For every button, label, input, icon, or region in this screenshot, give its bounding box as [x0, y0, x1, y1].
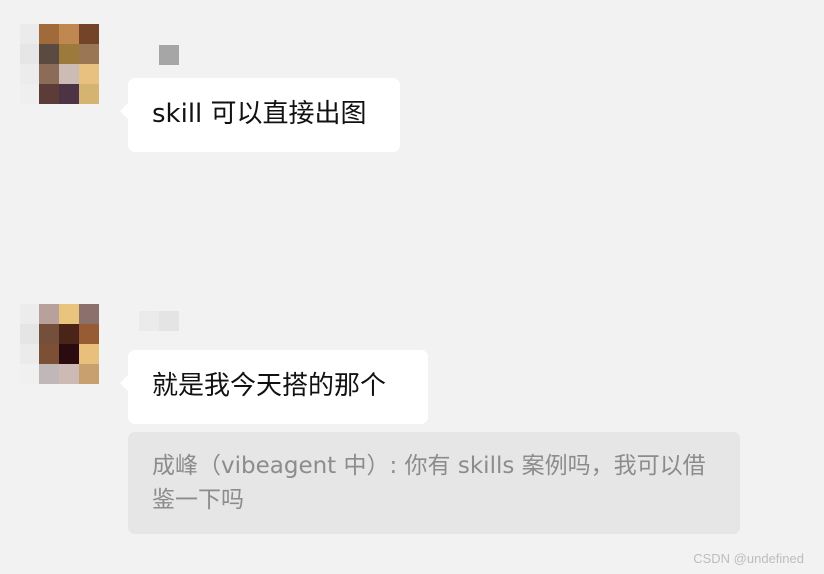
avatar-pixel [59, 44, 79, 64]
message-text: 就是我今天搭的那个 [152, 371, 387, 401]
avatar-pixel [39, 64, 59, 84]
avatar-blur-edge [20, 24, 40, 104]
avatar-pixel [59, 304, 79, 324]
avatar[interactable] [39, 304, 99, 384]
avatar-pixel [39, 24, 59, 44]
avatar-pixel [79, 24, 99, 44]
avatar-blur-pixel [20, 44, 40, 64]
avatar-blur-pixel [20, 364, 40, 384]
avatar-blur-pixel [20, 324, 40, 344]
avatar[interactable] [39, 24, 99, 104]
avatar-blur-pixel [20, 344, 40, 364]
quoted-message[interactable]: 成峰（vibeagent 中）: 你有 skills 案例吗，我可以借鉴一下吗 [128, 432, 740, 534]
watermark: CSDN @undefined [693, 551, 804, 566]
avatar-pixel [79, 84, 99, 104]
avatar-pixel [39, 364, 59, 384]
sender-name-pixel [139, 311, 159, 331]
avatar-pixel [39, 44, 59, 64]
avatar-pixel [79, 304, 99, 324]
avatar-blur-pixel [20, 64, 40, 84]
avatar-pixel [59, 64, 79, 84]
avatar-pixel [79, 44, 99, 64]
avatar-pixel [79, 344, 99, 364]
avatar-blur-pixel [20, 84, 40, 104]
sender-name-pixelated [139, 311, 179, 331]
message-bubble[interactable]: skill 可以直接出图 [120, 78, 400, 152]
avatar-pixel [79, 324, 99, 344]
avatar-pixel [39, 84, 59, 104]
avatar-pixel [59, 364, 79, 384]
avatar-pixel [39, 304, 59, 324]
avatar-pixel [79, 64, 99, 84]
avatar-pixel [79, 364, 99, 384]
quoted-message-text: 成峰（vibeagent 中）: 你有 skills 案例吗，我可以借鉴一下吗 [152, 453, 706, 513]
avatar-pixel [59, 324, 79, 344]
avatar-pixel [59, 344, 79, 364]
avatar-pixel [39, 344, 59, 364]
avatar-pixel [59, 84, 79, 104]
avatar-blur-pixel [20, 304, 40, 324]
sender-name-pixel [159, 45, 179, 65]
message-text: skill 可以直接出图 [152, 99, 367, 129]
message-bubble[interactable]: 就是我今天搭的那个 [120, 350, 428, 424]
sender-name-pixel [159, 311, 179, 331]
avatar-blur-edge [20, 304, 40, 384]
avatar-blur-pixel [20, 24, 40, 44]
sender-name-pixelated [159, 45, 179, 65]
avatar-pixel [59, 24, 79, 44]
avatar-pixel [39, 324, 59, 344]
